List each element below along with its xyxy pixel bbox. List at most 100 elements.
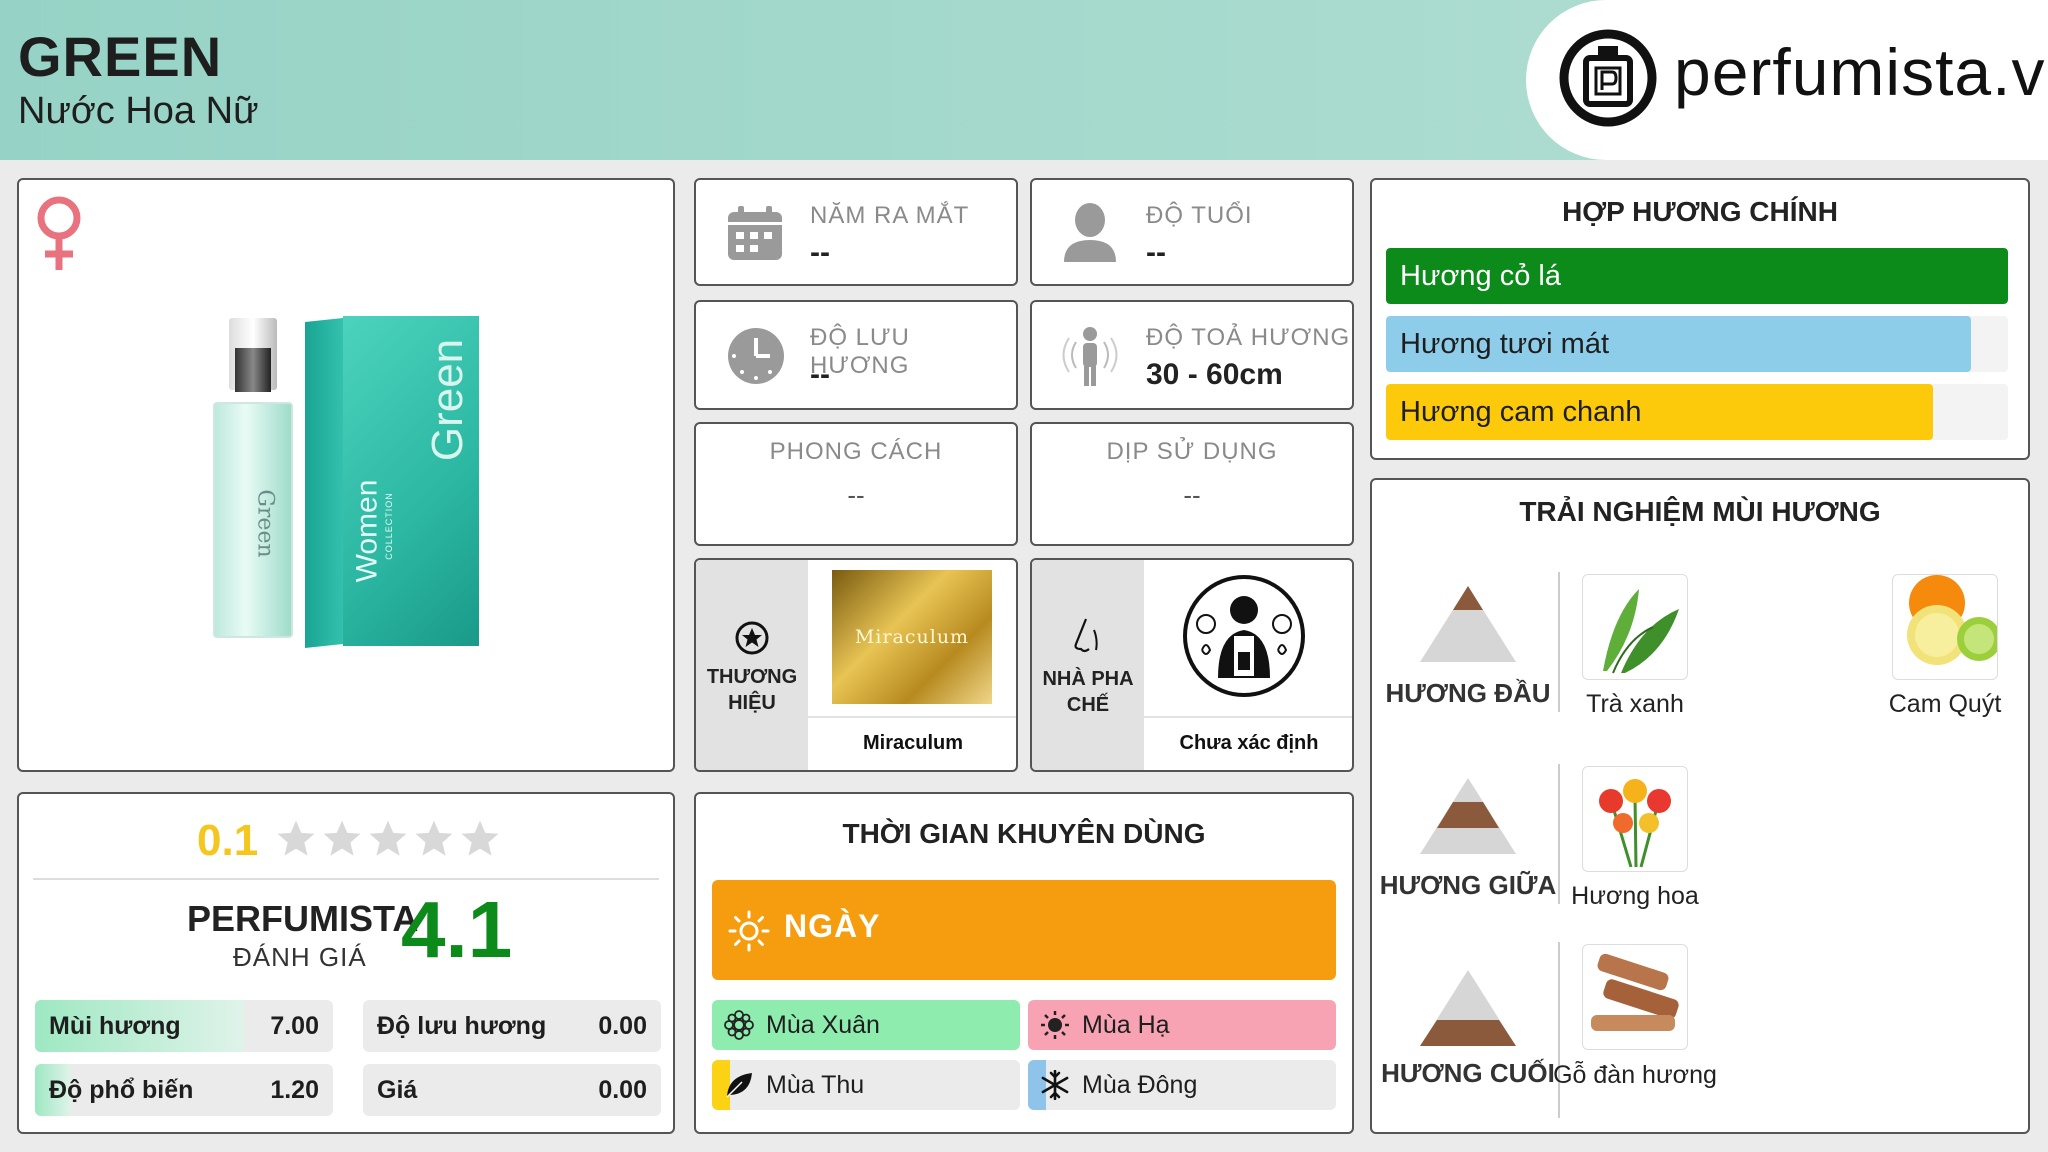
season-label: Mùa Hạ (1082, 1011, 1170, 1039)
rating-stat-value: 0.00 (598, 1012, 647, 1040)
perfumer-avatar (1183, 575, 1305, 697)
longevity-value: -- (810, 358, 830, 391)
perfumista-rating-label: PERFUMISTA (187, 898, 419, 939)
rating-stat: Mùi hương 7.00 (35, 1000, 333, 1052)
sillage-value: 30 - 60cm (1146, 358, 1283, 391)
sun-icon (1041, 1011, 1069, 1039)
season-bar: Mùa Xuân (712, 1000, 1020, 1050)
perfumer-card[interactable]: NHÀ PHA CHẾ Chưa xác định (1030, 558, 1354, 772)
rating-stat-label: Giá (377, 1076, 418, 1104)
flower-icon (724, 1010, 754, 1040)
note-label-sandalwood: Gỗ đàn hương (1553, 1061, 1717, 1089)
page-subtitle: Nước Hoa Nữ (18, 90, 259, 132)
product-image-card: Green Green Women COLLECTION (17, 178, 675, 772)
style-label: PHONG CÁCH (769, 438, 943, 465)
perfumista-rating-sublabel: ĐÁNH GIÁ (233, 942, 367, 972)
site-logo[interactable]: perfumista.vn (1526, 0, 2048, 160)
launch-year-value: -- (810, 236, 830, 269)
rating-stat-label: Mùi hương (49, 1012, 181, 1040)
longevity-card: ĐỘ LƯU HƯƠNG -- (694, 300, 1018, 410)
occasion-value: -- (1183, 480, 1201, 510)
style-card: PHONG CÁCH -- (694, 422, 1018, 546)
nose-icon (1074, 618, 1098, 653)
perfumer-label: NHÀ PHA CHẾ (1042, 668, 1134, 716)
site-name: perfumista.vn (1674, 35, 2048, 109)
perfume-box: Green Women COLLECTION (305, 306, 479, 648)
usage-title: THỜI GIAN KHUYÊN DÙNG (842, 818, 1206, 849)
star-circle-icon (735, 621, 769, 655)
brand-card[interactable]: THƯƠNG HIỆU Miraculum Miraculum (694, 558, 1018, 772)
accord-label: Hương cam chanh (1400, 396, 1642, 428)
female-symbol-icon (37, 196, 81, 270)
star-rating[interactable] (275, 818, 505, 862)
occasion-card: DỊP SỬ DỤNG -- (1030, 422, 1354, 546)
accord-bar: Hương tươi mát (1386, 316, 2008, 372)
note-label-green-tea: Trà xanh (1586, 690, 1684, 718)
season-label: Mùa Đông (1082, 1071, 1198, 1099)
top-notes-label: HƯƠNG ĐẦU (1385, 678, 1551, 708)
style-value: -- (847, 480, 865, 510)
accord-bar: Hương cam chanh (1386, 384, 2008, 440)
sillage-label: ĐỘ TOẢ HƯƠNG (1146, 324, 1351, 351)
brand-label: THƯƠNG HIỆU (706, 666, 798, 714)
snowflake-icon (1041, 1070, 1069, 1100)
star-icon[interactable] (459, 818, 501, 860)
fragrance-notes-card: TRẢI NGHIỆM MÙI HƯƠNG HƯƠNG ĐẦU Trà xanh… (1370, 478, 2030, 1134)
rating-stat-value: 1.20 (270, 1076, 319, 1104)
pyramid-middle-icon (1420, 778, 1516, 854)
perfume-bottle-logo-icon (1559, 29, 1657, 127)
rating-stat: Độ lưu hương 0.00 (363, 1000, 661, 1052)
accords-title: HỢP HƯƠNG CHÍNH (1562, 196, 1838, 227)
perfumista-rating-score: 4.1 (401, 885, 513, 974)
season-bar: Mùa Thu (712, 1060, 1020, 1110)
box-side-small-label: COLLECTION (384, 492, 395, 560)
rating-stat-label: Độ phổ biến (49, 1076, 194, 1104)
note-label-flowers: Hương hoa (1571, 882, 1699, 910)
perfumer-name: Chưa xác định (1179, 732, 1319, 754)
rating-stat-value: 0.00 (598, 1076, 647, 1104)
launch-year-label: NĂM RA MẮT (810, 202, 970, 229)
note-image-green-tea (1582, 574, 1688, 680)
rating-stat: Độ phổ biến 1.20 (35, 1064, 333, 1116)
accord-label: Hương cỏ lá (1400, 260, 1561, 292)
note-image-sandalwood (1582, 944, 1688, 1050)
middle-notes-label: HƯƠNG GIỮA (1379, 870, 1557, 900)
star-icon[interactable] (367, 818, 409, 860)
sillage-card: ĐỘ TOẢ HƯƠNG 30 - 60cm (1030, 300, 1354, 410)
sillage-person-icon (1062, 327, 1118, 386)
box-brand-label: Green (423, 338, 473, 462)
age-card: ĐỘ TUỔI -- (1030, 178, 1354, 286)
leaf-icon (726, 1073, 752, 1098)
day-label: NGÀY (784, 908, 881, 944)
launch-year-card: NĂM RA MẮT -- (694, 178, 1018, 286)
accord-label: Hương tươi mát (1400, 328, 1610, 360)
day-usage-bar: NGÀY (712, 880, 1336, 980)
note-label-citrus: Cam Quýt (1888, 690, 2002, 718)
recommended-usage-card: THỜI GIAN KHUYÊN DÙNG NGÀY Mùa Xuân Mùa H… (694, 792, 1354, 1134)
main-accords-card: HỢP HƯƠNG CHÍNH Hương cỏ lá Hương tươi má… (1370, 178, 2030, 460)
note-image-citrus (1892, 574, 1998, 680)
age-value: -- (1146, 236, 1166, 269)
bottle-label: Green (252, 488, 278, 558)
season-bar: Mùa Đông (1028, 1060, 1336, 1110)
note-image-flowers (1582, 766, 1688, 872)
star-icon[interactable] (275, 818, 317, 860)
pyramid-top-icon (1420, 586, 1516, 662)
season-label: Mùa Thu (766, 1071, 865, 1099)
age-label: ĐỘ TUỔI (1146, 202, 1253, 229)
star-icon[interactable] (413, 818, 455, 860)
rating-stat-value: 7.00 (270, 1012, 319, 1040)
occasion-label: DỊP SỬ DỤNG (1106, 438, 1278, 465)
season-bar-fill (1028, 1000, 1336, 1050)
page-title: GREEN (18, 25, 223, 88)
season-label: Mùa Xuân (766, 1011, 880, 1039)
accord-bar: Hương cỏ lá (1386, 248, 2008, 304)
rating-stat-label: Độ lưu hương (377, 1012, 547, 1040)
longevity-label: ĐỘ LƯU HƯƠNG (810, 324, 910, 379)
calendar-icon (728, 206, 782, 260)
notes-title: TRẢI NGHIỆM MÙI HƯƠNG (1519, 496, 1881, 527)
rating-card: 0.1 PERFUMISTA ĐÁNH GIÁ 4.1 Mùi hương 7.0… (17, 792, 675, 1134)
clock-icon (728, 328, 784, 384)
star-icon[interactable] (321, 818, 363, 860)
rating-stat: Giá 0.00 (363, 1064, 661, 1116)
